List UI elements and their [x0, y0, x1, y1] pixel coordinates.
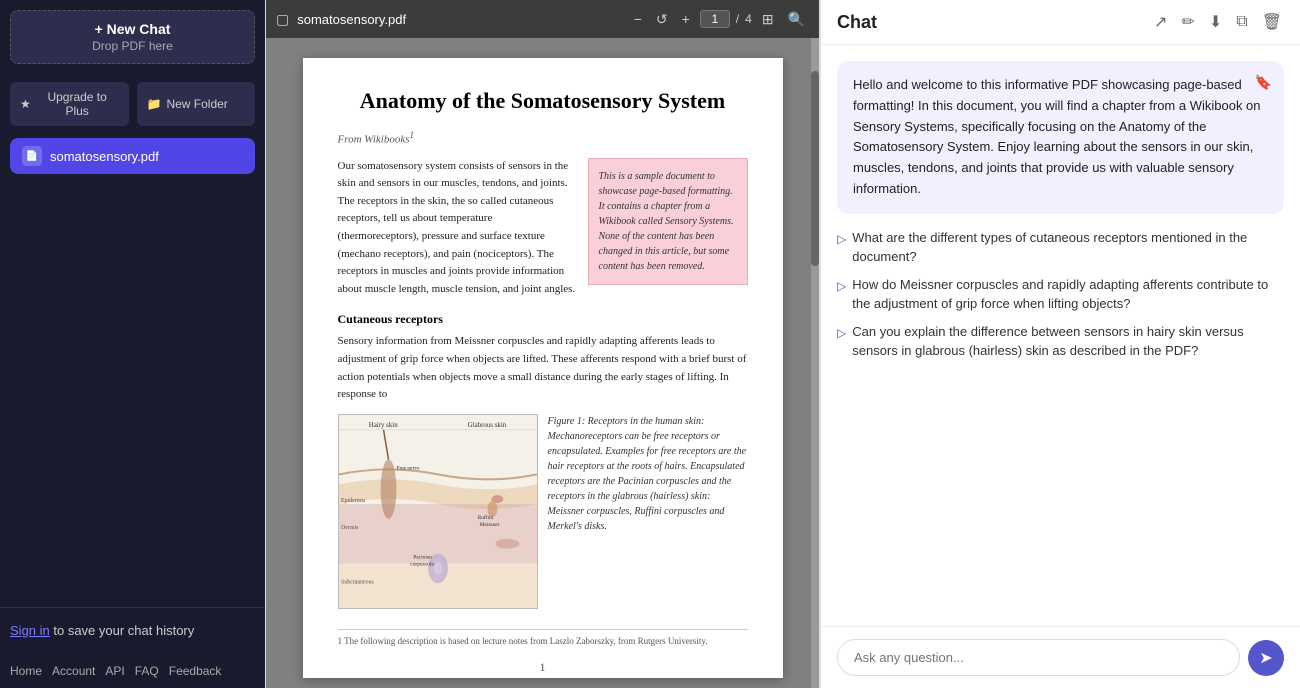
- chat-title: Chat: [837, 12, 877, 33]
- page-number-display: 1: [338, 660, 748, 675]
- pdf-page: Anatomy of the Somatosensory System From…: [303, 58, 783, 678]
- edit-button[interactable]: ✏: [1179, 10, 1196, 34]
- pdf-icon: 📄: [22, 146, 42, 166]
- svg-text:Ruffini: Ruffini: [477, 514, 493, 521]
- new-folder-label: New Folder: [166, 97, 227, 111]
- chat-header: Chat ↗ ✏ ⬇ ⧉ 🗑: [821, 0, 1300, 45]
- question-item-1: ▷ What are the different types of cutane…: [837, 228, 1284, 267]
- chat-input-area: ➤: [821, 626, 1300, 688]
- home-link[interactable]: Home: [10, 664, 42, 678]
- svg-text:Hairy skin: Hairy skin: [368, 422, 398, 429]
- pdf-scrollbar[interactable]: [811, 38, 819, 688]
- export-button[interactable]: ↗: [1152, 10, 1169, 34]
- svg-text:Subcutaneous: Subcutaneous: [341, 579, 375, 585]
- pdf-footnote: 1 The following description is based on …: [338, 629, 748, 646]
- feedback-link[interactable]: Feedback: [169, 664, 222, 678]
- question-text-1[interactable]: What are the different types of cutaneou…: [852, 228, 1284, 267]
- pdf-side-col: This is a sample document to showcase pa…: [588, 158, 748, 299]
- pdf-controls: − ↺ + / 4 ⊞ 🔍: [630, 9, 809, 30]
- pdf-figure: Hairy skin Glabrous skin: [338, 414, 748, 609]
- pdf-content-area[interactable]: Anatomy of the Somatosensory System From…: [266, 38, 819, 688]
- new-chat-button[interactable]: + New Chat Drop PDF here: [10, 10, 255, 64]
- pdf-toolbar: ▢ somatosensory.pdf − ↺ + / 4 ⊞ 🔍: [266, 0, 819, 38]
- upgrade-label: Upgrade to Plus: [36, 90, 119, 118]
- pdf-body-para1: Our somatosensory system consists of sen…: [338, 158, 576, 299]
- chat-panel: Chat ↗ ✏ ⬇ ⧉ 🗑 🔖 Hello and welcome to th…: [820, 0, 1300, 688]
- upgrade-button[interactable]: ★ Upgrade to Plus: [10, 82, 129, 126]
- undo-button[interactable]: ↺: [652, 9, 672, 30]
- figure-caption: Figure 1: Receptors in the human skin: M…: [548, 414, 748, 609]
- page-total: 4: [745, 12, 752, 26]
- pdf-filename: somatosensory.pdf: [50, 149, 159, 164]
- api-link[interactable]: API: [105, 664, 124, 678]
- send-button[interactable]: ➤: [1248, 640, 1284, 676]
- pdf-viewer: ▢ somatosensory.pdf − ↺ + / 4 ⊞ 🔍 Anatom…: [265, 0, 820, 688]
- page-input[interactable]: [700, 10, 730, 28]
- pdf-scrollbar-thumb[interactable]: [811, 71, 819, 266]
- folder-icon: 📁: [147, 97, 162, 111]
- sidebar-footer: Sign in to save your chat history: [0, 607, 265, 654]
- pdf-from-wikibooks: From Wikibooks1: [338, 130, 748, 146]
- pdf-main-col: Our somatosensory system consists of sen…: [338, 158, 576, 299]
- pdf-toolbar-icon: ▢: [276, 11, 289, 28]
- clear-button[interactable]: 🗑: [1260, 10, 1284, 34]
- chat-welcome-message: 🔖 Hello and welcome to this informative …: [837, 61, 1284, 214]
- pdf-toolbar-filename: somatosensory.pdf: [297, 12, 406, 27]
- question-arrow-1: ▷: [837, 230, 846, 248]
- new-chat-label: + New Chat: [27, 21, 238, 37]
- question-item-2: ▷ How do Meissner corpuscles and rapidly…: [837, 275, 1284, 314]
- new-folder-button[interactable]: 📁 New Folder: [137, 82, 256, 126]
- zoom-out-button[interactable]: −: [630, 9, 646, 29]
- search-button[interactable]: 🔍: [784, 9, 809, 30]
- pdf-file-item[interactable]: 📄 somatosensory.pdf: [10, 138, 255, 174]
- account-link[interactable]: Account: [52, 664, 95, 678]
- question-arrow-2: ▷: [837, 277, 846, 295]
- question-text-2[interactable]: How do Meissner corpuscles and rapidly a…: [852, 275, 1284, 314]
- zoom-in-button[interactable]: +: [678, 9, 694, 29]
- question-item-3: ▷ Can you explain the difference between…: [837, 322, 1284, 361]
- fit-page-button[interactable]: ⊞: [758, 9, 778, 30]
- svg-text:corpuscula: corpuscula: [410, 561, 434, 567]
- drop-pdf-label: Drop PDF here: [27, 39, 238, 53]
- faq-link[interactable]: FAQ: [135, 664, 159, 678]
- star-icon: ★: [20, 97, 31, 111]
- download-button[interactable]: ⬇: [1207, 10, 1224, 34]
- chat-header-actions: ↗ ✏ ⬇ ⧉ 🗑: [1152, 10, 1284, 34]
- pink-info-box: This is a sample document to showcase pa…: [588, 158, 748, 285]
- pdf-two-column: Our somatosensory system consists of sen…: [338, 158, 748, 299]
- question-arrow-3: ▷: [837, 324, 846, 342]
- pdf-body-para2: Sensory information from Meissner corpus…: [338, 333, 748, 403]
- chat-input[interactable]: [837, 639, 1240, 676]
- sidebar-actions: ★ Upgrade to Plus 📁 New Folder: [0, 74, 265, 134]
- pdf-page-title: Anatomy of the Somatosensory System: [338, 88, 748, 114]
- svg-text:Glabrous skin: Glabrous skin: [467, 422, 506, 429]
- chat-messages: 🔖 Hello and welcome to this informative …: [821, 45, 1300, 626]
- send-icon: ➤: [1259, 648, 1272, 668]
- svg-text:Dermis: Dermis: [341, 525, 359, 531]
- sidebar: + New Chat Drop PDF here ★ Upgrade to Pl…: [0, 0, 265, 688]
- sidebar-links: Home Account API FAQ Feedback: [0, 664, 265, 688]
- sign-in-link[interactable]: Sign in: [10, 623, 50, 638]
- welcome-text: Hello and welcome to this informative PD…: [853, 75, 1268, 200]
- figure-image: Hairy skin Glabrous skin: [338, 414, 538, 609]
- svg-text:Meissner: Meissner: [479, 522, 499, 528]
- svg-text:Epidermis: Epidermis: [341, 498, 366, 504]
- svg-text:Pacinian: Pacinian: [413, 554, 432, 560]
- copy-button[interactable]: ⧉: [1234, 11, 1249, 33]
- svg-text:Free nerve: Free nerve: [396, 465, 420, 471]
- cutaneous-section-heading: Cutaneous receptors: [338, 312, 748, 327]
- save-message-icon[interactable]: 🔖: [1255, 71, 1272, 93]
- page-separator: /: [736, 12, 739, 26]
- question-text-3[interactable]: Can you explain the difference between s…: [852, 322, 1284, 361]
- sign-in-prompt: Sign in to save your chat history: [10, 623, 194, 638]
